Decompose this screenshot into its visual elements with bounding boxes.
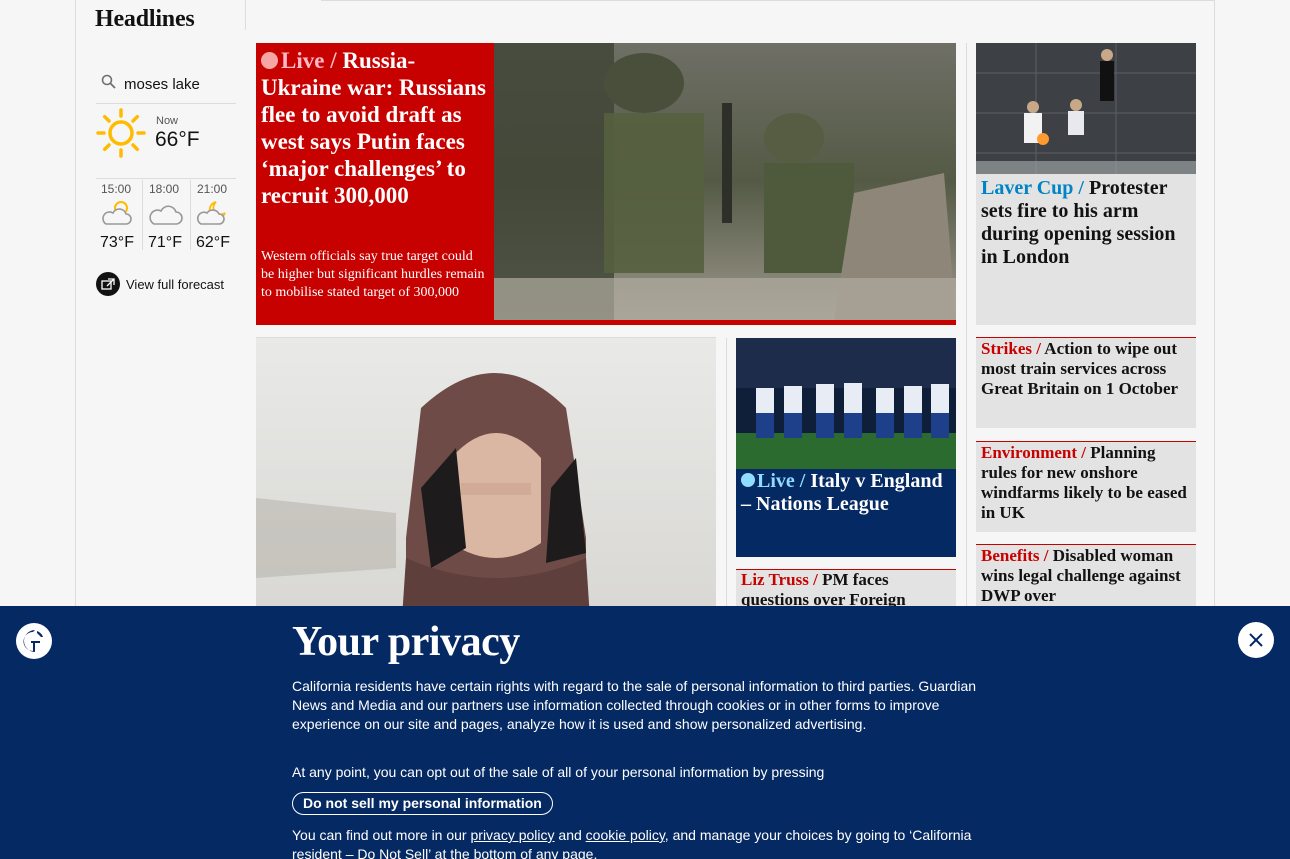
forecast-temp: 62°F bbox=[196, 234, 230, 251]
kicker-separator: / bbox=[1077, 443, 1091, 462]
cloudy-moon-icon bbox=[196, 201, 226, 225]
feature-image bbox=[494, 43, 956, 320]
kicker-separator: / bbox=[1032, 339, 1045, 358]
environment-kicker: Environment bbox=[981, 443, 1078, 462]
story-card-italy-england[interactable]: Live / Italy v England – Nations League bbox=[736, 338, 956, 557]
privacy-more-info: You can find out more in our privacy pol… bbox=[292, 826, 1002, 859]
forecast-time: 15:00 bbox=[101, 182, 132, 196]
laver-cup-headline-block: Laver Cup / Protester sets fire to his a… bbox=[981, 177, 1193, 269]
do-not-sell-button[interactable]: Do not sell my personal information bbox=[292, 792, 553, 815]
benefits-headline-block: Benefits / Disabled woman wins legal cha… bbox=[976, 545, 1196, 606]
privacy-policy-link[interactable]: privacy policy bbox=[471, 827, 555, 843]
external-link-icon bbox=[96, 272, 120, 296]
italy-england-image bbox=[736, 338, 956, 469]
weather-location-input[interactable]: moses lake bbox=[124, 76, 200, 93]
cookie-policy-link[interactable]: cookie policy bbox=[586, 827, 665, 843]
feature-standfirst: Western officials say true target could … bbox=[261, 249, 485, 300]
privacy-banner: Your privacy California residents have c… bbox=[0, 606, 1290, 859]
privacy-paragraph: California residents have certain rights… bbox=[292, 678, 977, 732]
laver-cup-image bbox=[976, 43, 1196, 174]
italy-england-kicker: Live bbox=[757, 470, 795, 492]
forecast-temp: 73°F bbox=[100, 234, 134, 251]
feature-text: Live / Russia-Ukraine war: Russians flee… bbox=[261, 47, 489, 209]
laver-cup-kicker: Laver Cup bbox=[981, 177, 1074, 199]
story-card-environment[interactable]: Environment / Planning rules for new ons… bbox=[976, 441, 1196, 532]
partly-cloudy-sun-icon bbox=[102, 201, 132, 225]
search-icon bbox=[101, 74, 116, 89]
story-card-benefits[interactable]: Benefits / Disabled woman wins legal cha… bbox=[976, 544, 1196, 614]
liz-truss-kicker: Liz Truss bbox=[741, 570, 809, 589]
liz-truss-headline-block: Liz Truss / PM faces questions over Fore… bbox=[741, 570, 953, 610]
divider bbox=[245, 0, 246, 30]
feature-kicker: Live bbox=[281, 48, 325, 73]
divider bbox=[321, 0, 1215, 1]
forecast-item: 15:00 73°F bbox=[96, 180, 143, 251]
view-forecast-label: View full forecast bbox=[126, 276, 225, 292]
kicker-separator: / bbox=[794, 470, 811, 492]
kicker-separator: / bbox=[324, 48, 343, 73]
privacy-title: Your privacy bbox=[292, 619, 520, 665]
forecast-item: 18:00 71°F bbox=[144, 180, 191, 251]
live-dot-icon bbox=[741, 473, 755, 487]
privacy-more-text: You can find out more in our bbox=[292, 827, 471, 843]
kicker-separator: / bbox=[1073, 177, 1089, 199]
benefits-kicker: Benefits bbox=[981, 546, 1040, 565]
guardian-logo-icon bbox=[16, 623, 52, 659]
cloud-icon bbox=[149, 205, 183, 225]
weather-location[interactable]: moses lake bbox=[96, 72, 236, 104]
view-forecast-link[interactable]: View full forecast bbox=[96, 272, 224, 296]
italy-england-headline-block: Live / Italy v England – Nations League bbox=[741, 470, 953, 516]
story-card-laver-cup[interactable]: Laver Cup / Protester sets fire to his a… bbox=[976, 43, 1196, 325]
close-icon[interactable] bbox=[1238, 622, 1274, 658]
privacy-opt-out-text: At any point, you can opt out of the sal… bbox=[292, 764, 825, 780]
feature-card[interactable]: Live / Russia-Ukraine war: Russians flee… bbox=[256, 43, 956, 325]
forecast-time: 18:00 bbox=[149, 182, 180, 196]
kicker-separator: / bbox=[808, 570, 823, 589]
feature-headline-block: Live / Russia-Ukraine war: Russians flee… bbox=[261, 47, 489, 209]
sun-icon bbox=[96, 108, 146, 158]
story-card-strikes[interactable]: Strikes / Action to wipe out most train … bbox=[976, 337, 1196, 428]
forecast-time: 21:00 bbox=[197, 182, 228, 196]
section-title: Headlines bbox=[95, 6, 195, 32]
strikes-headline-block: Strikes / Action to wipe out most train … bbox=[976, 338, 1196, 399]
hourly-forecast: 15:00 73°F 18:00 71°F 21:00 62°F bbox=[96, 180, 239, 251]
live-dot-icon bbox=[261, 52, 278, 69]
privacy-and-text: and bbox=[554, 827, 586, 843]
now-label: Now bbox=[156, 115, 179, 127]
kicker-separator: / bbox=[1039, 546, 1053, 565]
forecast-temp: 71°F bbox=[148, 234, 182, 251]
strikes-kicker: Strikes bbox=[981, 339, 1032, 358]
environment-headline-block: Environment / Planning rules for new ons… bbox=[976, 442, 1196, 523]
forecast-item: 21:00 62°F bbox=[192, 180, 239, 251]
now-temperature: 66°F bbox=[155, 128, 200, 151]
weather-now: Now 66°F bbox=[96, 107, 236, 179]
